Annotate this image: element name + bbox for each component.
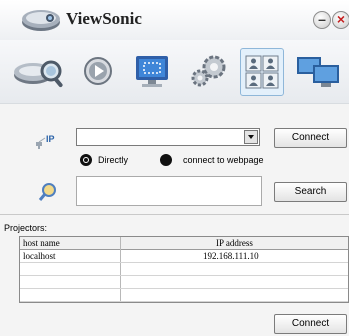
search-input[interactable] <box>76 176 262 206</box>
table-header: host name IP address <box>20 237 348 250</box>
projector-connect-button[interactable]: Connect <box>274 314 347 334</box>
title-bar: ViewSonic – × <box>0 0 349 40</box>
table-row-empty <box>20 276 348 289</box>
table-row-empty <box>20 263 348 276</box>
radio-directly-label: Directly <box>98 155 129 165</box>
projectors-label: Projectors: <box>4 223 48 233</box>
radio-directly[interactable] <box>80 154 92 166</box>
gear-icon <box>191 55 226 87</box>
toolbar-capture[interactable] <box>130 48 174 94</box>
toolbar <box>0 40 349 104</box>
minimize-button[interactable]: – <box>313 11 331 29</box>
radio-connect-to-webpage[interactable] <box>160 154 172 166</box>
toolbar-network[interactable] <box>294 48 342 94</box>
app-window: ViewSonic – × IP Connect Directly connec… <box>0 0 349 336</box>
monitor-capture-icon <box>136 56 168 87</box>
ip-address-combobox[interactable] <box>76 128 260 146</box>
table-row[interactable]: localhost 192.168.111.10 <box>20 250 348 263</box>
column-header-ip-address[interactable]: IP address <box>216 237 253 249</box>
projector-search-icon <box>14 60 63 88</box>
viewsonic-logo-icon <box>22 10 60 31</box>
ip-network-icon: IP <box>36 134 55 149</box>
play-icon <box>84 57 112 85</box>
close-button[interactable]: × <box>332 11 349 29</box>
search-button[interactable]: Search <box>274 182 347 202</box>
toolbar-multi-user[interactable] <box>240 48 284 96</box>
toolbar-play[interactable] <box>80 48 116 94</box>
toolbar-settings[interactable] <box>186 48 232 94</box>
column-header-host-name[interactable]: host name <box>23 237 60 249</box>
network-monitors-icon <box>297 57 339 87</box>
cell-ip-address: 192.168.111.10 <box>203 251 259 261</box>
window-title: ViewSonic <box>66 9 142 28</box>
connection-form: IP Connect Directly connect to webpage S… <box>0 104 349 214</box>
search-icon <box>38 183 56 201</box>
chevron-down-icon[interactable] <box>244 130 258 144</box>
multi-user-icon <box>245 55 279 89</box>
ip-label: IP <box>46 134 55 144</box>
projectors-table: host name IP address localhost 192.168.1… <box>19 236 349 303</box>
toolbar-projector-search[interactable] <box>10 48 68 94</box>
cell-host-name: localhost <box>23 251 56 261</box>
connect-button[interactable]: Connect <box>274 128 347 148</box>
section-divider <box>0 214 349 215</box>
table-row-empty <box>20 289 348 302</box>
radio-webpage-label: connect to webpage <box>183 155 264 165</box>
